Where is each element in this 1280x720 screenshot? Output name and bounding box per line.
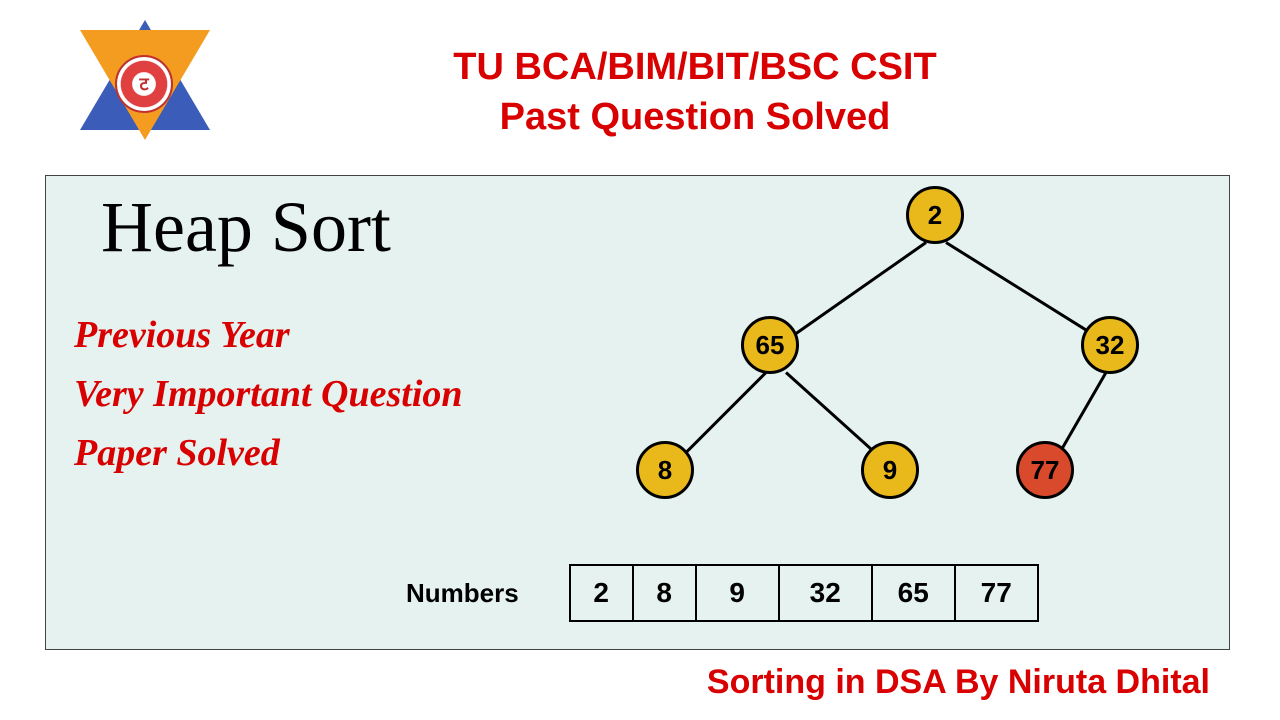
subtext-line-2: Very Important Question bbox=[74, 365, 463, 424]
array-cell: 2 bbox=[569, 564, 634, 622]
tree-node-root: 2 bbox=[906, 186, 964, 244]
array-cell: 65 bbox=[871, 564, 956, 622]
numbers-area: Numbers 2 8 9 32 65 77 bbox=[406, 564, 1039, 622]
subtext-line-1: Previous Year bbox=[74, 306, 463, 365]
header: ट TU BCA/BIM/BIT/BSC CSIT Past Question … bbox=[0, 0, 1280, 160]
array-cell: 77 bbox=[954, 564, 1039, 622]
title-line-2: Past Question Solved bbox=[230, 93, 1160, 142]
title-line-1: TU BCA/BIM/BIT/BSC CSIT bbox=[230, 43, 1160, 92]
subtext-block: Previous Year Very Important Question Pa… bbox=[74, 306, 463, 483]
array-cell: 9 bbox=[695, 564, 780, 622]
content-panel: Heap Sort Previous Year Very Important Q… bbox=[45, 175, 1230, 650]
logo-center-seal: ट bbox=[115, 55, 173, 113]
university-logo: ट bbox=[60, 10, 230, 160]
footer-credit: Sorting in DSA By Niruta Dhital bbox=[707, 663, 1210, 702]
tree-node: 8 bbox=[636, 441, 694, 499]
heap-sort-heading: Heap Sort bbox=[101, 186, 391, 269]
tree-node: 65 bbox=[741, 316, 799, 374]
tree-node: 32 bbox=[1081, 316, 1139, 374]
array-cell: 32 bbox=[778, 564, 873, 622]
tree-node-highlight: 77 bbox=[1016, 441, 1074, 499]
subtext-line-3: Paper Solved bbox=[74, 424, 463, 483]
numbers-array: 2 8 9 32 65 77 bbox=[569, 564, 1039, 622]
array-cell: 8 bbox=[632, 564, 697, 622]
heap-tree-diagram: 2 65 32 8 9 77 bbox=[626, 186, 1216, 516]
page-title: TU BCA/BIM/BIT/BSC CSIT Past Question So… bbox=[230, 28, 1240, 142]
numbers-label: Numbers bbox=[406, 578, 519, 609]
tree-node: 9 bbox=[861, 441, 919, 499]
